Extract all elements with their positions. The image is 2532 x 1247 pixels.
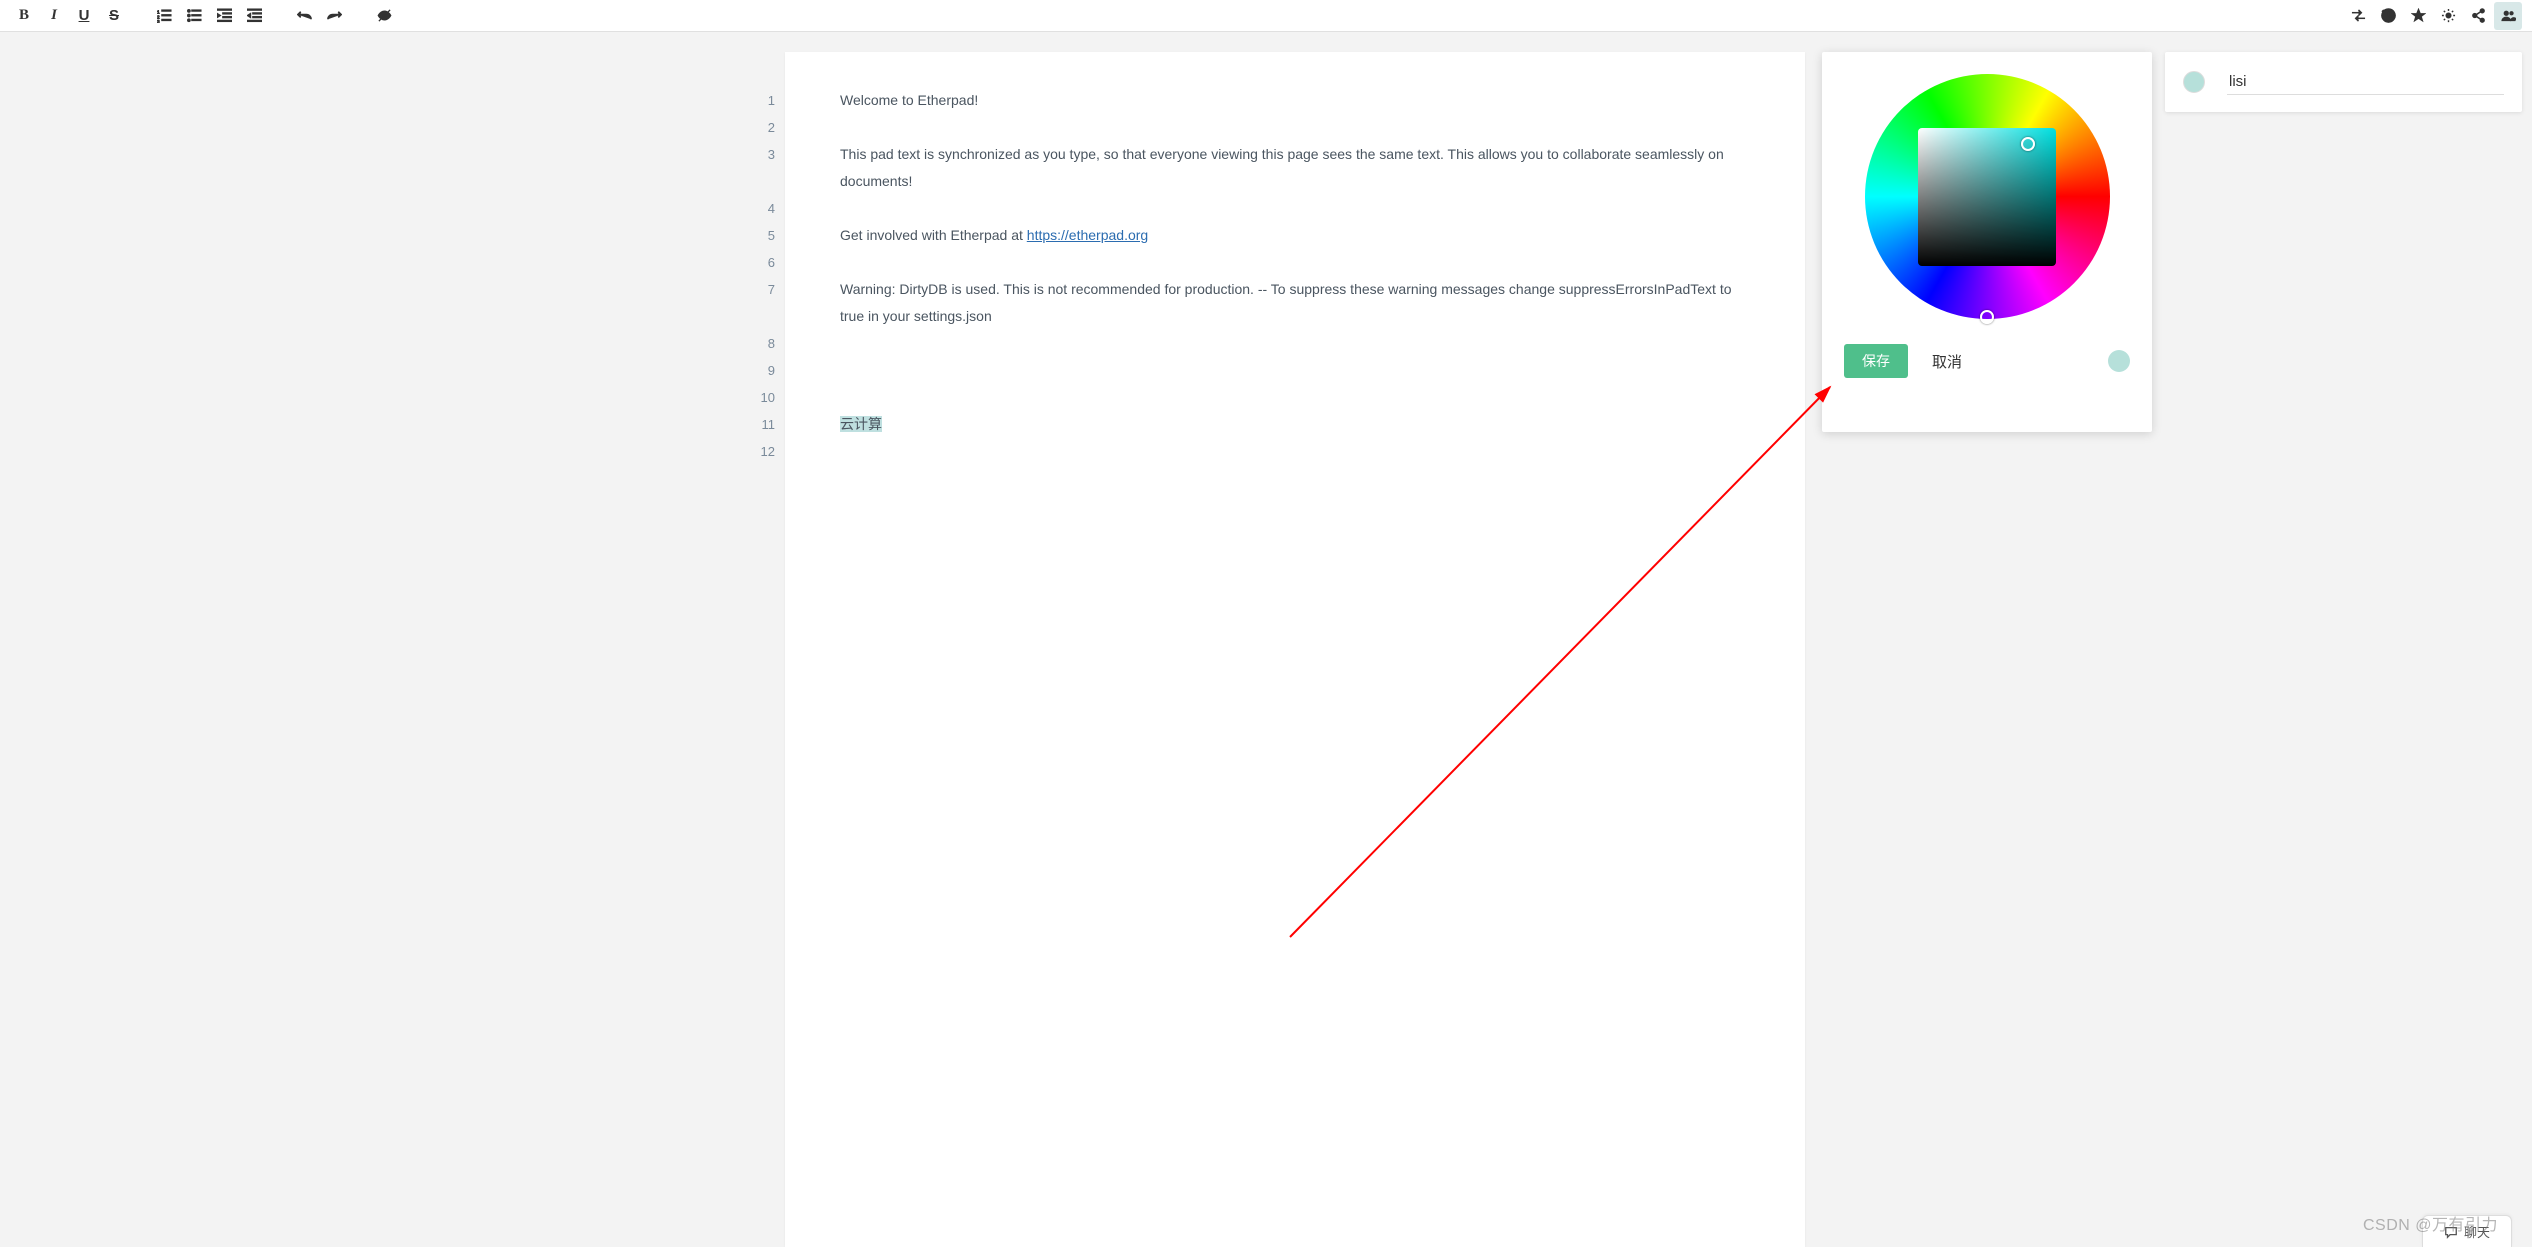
share-button[interactable] xyxy=(2464,2,2492,30)
color-popup-actions: 保存 取消 xyxy=(1844,344,2130,378)
editor-line[interactable] xyxy=(840,249,1750,276)
editor-area[interactable]: Welcome to Etherpad! This pad text is sy… xyxy=(785,52,1805,1247)
color-cancel-button[interactable]: 取消 xyxy=(1926,350,1968,373)
editor-line[interactable] xyxy=(840,357,1750,384)
ordered-list-button[interactable]: 123 xyxy=(150,2,178,30)
strikethrough-button[interactable]: S xyxy=(100,2,128,30)
redo-button[interactable] xyxy=(320,2,348,30)
hue-handle[interactable] xyxy=(1980,310,1994,324)
line-number: 2 xyxy=(745,114,775,141)
line-number: 11 xyxy=(745,411,775,438)
editor-line[interactable]: Welcome to Etherpad! xyxy=(840,87,1750,114)
line-number: 3 xyxy=(745,141,775,168)
sv-handle[interactable] xyxy=(2021,137,2035,151)
line-number: 9 xyxy=(745,357,775,384)
editor-line[interactable]: This pad text is synchronized as you typ… xyxy=(840,141,1750,195)
user-color-swatch[interactable] xyxy=(2183,71,2205,93)
line-number: 12 xyxy=(745,438,775,465)
star-button[interactable] xyxy=(2404,2,2432,30)
unordered-list-button[interactable] xyxy=(180,2,208,30)
editor-line[interactable]: Warning: DirtyDB is used. This is not re… xyxy=(840,276,1750,330)
line-number: 8 xyxy=(745,330,775,357)
timeslider-button[interactable] xyxy=(2374,2,2402,30)
editor-line[interactable] xyxy=(840,384,1750,411)
svg-text:3: 3 xyxy=(157,19,160,23)
selected-color-swatch xyxy=(2108,350,2130,372)
color-save-button[interactable]: 保存 xyxy=(1844,344,1908,378)
italic-button[interactable]: I xyxy=(40,2,68,30)
etherpad-link[interactable]: https://etherpad.org xyxy=(1027,227,1148,243)
toolbar-left: B I U S 123 xyxy=(10,2,398,30)
clear-authorship-button[interactable] xyxy=(370,2,398,30)
color-picker-popup: 保存 取消 xyxy=(1822,52,2152,432)
editor-text: Get involved with Etherpad at xyxy=(840,227,1027,243)
editor-line[interactable] xyxy=(840,195,1750,222)
undo-button[interactable] xyxy=(290,2,318,30)
user-name-input[interactable] xyxy=(2227,69,2504,95)
underline-button[interactable]: U xyxy=(70,2,98,30)
settings-button[interactable] xyxy=(2434,2,2462,30)
editor-column: 1 2 3 4 5 6 7 8 9 10 11 12 Welcome to Et… xyxy=(785,52,1805,1247)
line-number-gutter: 1 2 3 4 5 6 7 8 9 10 11 12 xyxy=(745,87,775,465)
highlighted-text[interactable]: 云计算 xyxy=(840,416,882,432)
user-panel xyxy=(2165,52,2522,112)
editor-line[interactable] xyxy=(840,438,1750,465)
line-number-blank xyxy=(745,303,775,330)
toolbar: B I U S 123 xyxy=(0,0,2532,32)
line-number: 10 xyxy=(745,384,775,411)
users-button[interactable] xyxy=(2494,2,2522,30)
toolbar-right xyxy=(2344,2,2522,30)
line-number: 4 xyxy=(745,195,775,222)
watermark-text: CSDN @万有引力 xyxy=(2363,1211,2498,1235)
editor-line[interactable] xyxy=(840,330,1750,357)
saturation-value-box[interactable] xyxy=(1918,128,2056,266)
outdent-button[interactable] xyxy=(210,2,238,30)
bold-button[interactable]: B xyxy=(10,2,38,30)
editor-line[interactable] xyxy=(840,114,1750,141)
editor-line[interactable]: 云计算 xyxy=(840,411,1750,438)
import-export-button[interactable] xyxy=(2344,2,2372,30)
page-body: 1 2 3 4 5 6 7 8 9 10 11 12 Welcome to Et… xyxy=(0,32,2532,1247)
line-number: 6 xyxy=(745,249,775,276)
hue-wheel[interactable] xyxy=(1865,74,2110,319)
line-number: 1 xyxy=(745,87,775,114)
line-number-blank xyxy=(745,168,775,195)
editor-line[interactable]: Get involved with Etherpad at https://et… xyxy=(840,222,1750,249)
line-number: 5 xyxy=(745,222,775,249)
line-number: 7 xyxy=(745,276,775,303)
indent-button[interactable] xyxy=(240,2,268,30)
